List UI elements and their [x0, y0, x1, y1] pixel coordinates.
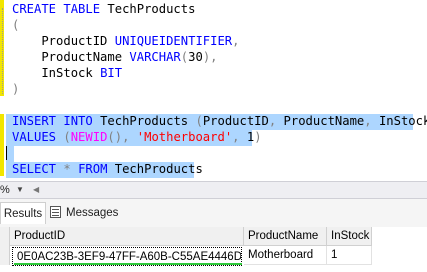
code-token: ): [254, 130, 262, 144]
zoom-level: %: [0, 184, 10, 196]
code-token: 1: [239, 130, 255, 144]
code-token: TechProducts: [107, 162, 203, 176]
tab-results-label: Results: [3, 208, 43, 220]
tab-messages[interactable]: Messages: [50, 202, 118, 224]
code-token: 30: [188, 50, 203, 64]
code-token: VALUES: [12, 130, 57, 144]
column-header-instock[interactable]: InStock: [327, 227, 372, 246]
code-line: ProductName VARCHAR(30),: [12, 49, 218, 65]
code-line: CREATE TABLE TechProducts: [12, 1, 195, 17]
code-token: (: [12, 18, 20, 32]
zoom-dropdown-icon[interactable]: ▼: [13, 184, 27, 196]
code-token: TABLE: [63, 2, 101, 16]
messages-icon: [50, 206, 61, 218]
cell-productname[interactable]: Motherboard: [244, 246, 327, 265]
code-line: SELECT * FROM TechProducts: [12, 161, 203, 177]
code-line: ): [12, 81, 19, 97]
code-line: InStock BIT: [12, 65, 122, 81]
code-token: (: [195, 114, 203, 128]
code-token: ): [12, 82, 20, 96]
query-editor[interactable]: CREATE TABLE TechProducts( ProductID UNI…: [0, 0, 427, 181]
code-token: InStock: [12, 66, 101, 80]
code-token: FROM: [78, 162, 108, 176]
code-token: ProductID: [202, 114, 269, 128]
tab-messages-label: Messages: [66, 207, 119, 219]
code-token: ,: [232, 130, 240, 144]
code-line: (: [12, 17, 19, 33]
code-token: NEWID: [70, 130, 108, 144]
code-token: (),: [107, 130, 130, 144]
code-token: ,: [364, 114, 372, 128]
code-token: *: [63, 162, 71, 176]
selection-highlight: [6, 146, 14, 162]
code-token: TechProducts: [92, 114, 196, 128]
column-header-productid[interactable]: ProductID: [10, 227, 244, 246]
code-token: UNIQUEIDENTIFIER: [114, 34, 233, 48]
tab-results[interactable]: Results: [0, 202, 46, 224]
column-header-productname[interactable]: ProductName: [244, 227, 327, 246]
code-token: BIT: [100, 66, 123, 80]
code-line: VALUES (NEWID(), 'Motherboard', 1): [12, 129, 262, 145]
code-token: InStock: [371, 114, 427, 128]
change-marker-bar: [0, 114, 4, 176]
code-token: 'Motherboard': [136, 130, 233, 144]
code-token: INSERT: [12, 114, 57, 128]
row-header[interactable]: [0, 246, 10, 265]
code-token: ProductName: [276, 114, 365, 128]
code-token: VARCHAR: [129, 50, 181, 64]
code-line: ProductID UNIQUEIDENTIFIER,: [12, 33, 239, 49]
collapse-outline-line: [2, 8, 4, 94]
results-grid[interactable]: ProductID ProductName InStock 0E0AC23B-3…: [0, 227, 427, 272]
scroll-left-icon[interactable]: ◀: [33, 185, 39, 194]
results-tab-strip: Results Messages: [0, 199, 427, 227]
grid-corner: [0, 227, 10, 246]
code-token: ,: [232, 34, 240, 48]
code-token: TechProducts: [100, 2, 196, 16]
highlight-underline: [14, 263, 242, 265]
code-token: ProductName: [12, 50, 130, 64]
code-token: (: [63, 130, 71, 144]
code-token: ProductID: [12, 34, 115, 48]
code-token: ),: [202, 50, 218, 64]
text-caret: [6, 146, 7, 160]
cell-instock[interactable]: 1: [327, 246, 372, 265]
code-token: INTO: [63, 114, 93, 128]
editor-status-strip: % ▼ ◀: [0, 181, 427, 199]
code-token: SELECT: [12, 162, 57, 176]
code-line: INSERT INTO TechProducts (ProductID, Pro…: [12, 113, 427, 129]
code-token: CREATE: [12, 2, 57, 16]
